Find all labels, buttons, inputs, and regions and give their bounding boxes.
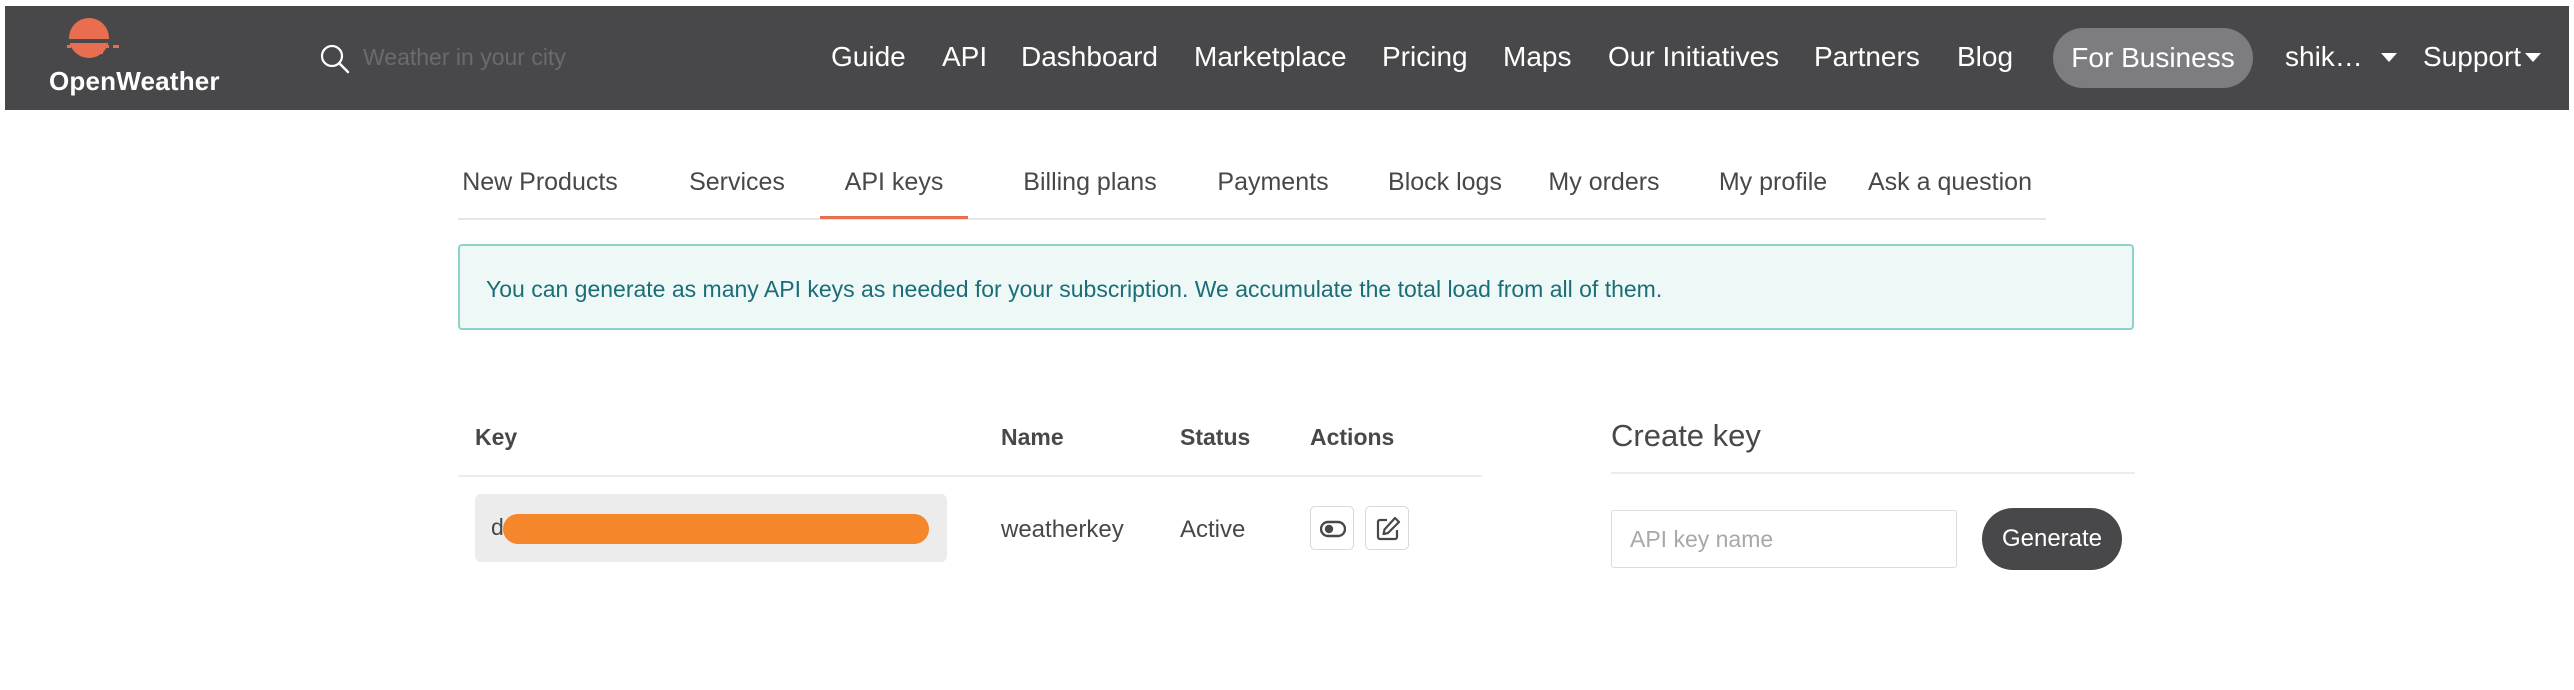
tab-services[interactable]: Services [676, 150, 798, 218]
edit-key-button[interactable] [1365, 506, 1409, 550]
table-header-divider [458, 475, 1482, 477]
tab-new-products[interactable]: New Products [458, 150, 622, 218]
edit-icon [1376, 516, 1401, 541]
tab-billing-plans[interactable]: Billing plans [992, 150, 1188, 218]
account-tabs: New Products Services API keys Billing p… [458, 150, 2046, 220]
column-header-status: Status [1180, 424, 1251, 450]
nav-api[interactable]: API [942, 39, 987, 75]
tab-my-profile[interactable]: My profile [1684, 150, 1862, 218]
info-alert: You can generate as many API keys as nee… [458, 244, 2134, 330]
top-navbar: OpenWeather Guide API Dashboard Marketpl… [5, 6, 2569, 110]
nav-pricing[interactable]: Pricing [1382, 39, 1468, 75]
openweather-sun-logo-icon [63, 18, 123, 58]
api-key-status: Active [1180, 516, 1246, 543]
column-header-actions: Actions [1310, 424, 1395, 450]
user-menu-chevron-down-icon[interactable] [2381, 53, 2397, 62]
logo-text: OpenWeather [49, 66, 220, 96]
search-icon[interactable] [319, 43, 351, 75]
tab-ask-a-question[interactable]: Ask a question [1852, 150, 2048, 218]
api-key-name-input[interactable] [1611, 510, 1957, 568]
tab-block-logs[interactable]: Block logs [1352, 150, 1538, 218]
tab-my-orders[interactable]: My orders [1516, 150, 1692, 218]
nav-marketplace[interactable]: Marketplace [1194, 39, 1347, 75]
nav-partners[interactable]: Partners [1814, 39, 1920, 75]
for-business-button[interactable]: For Business [2053, 28, 2253, 88]
column-header-name: Name [1001, 424, 1064, 450]
nav-guide[interactable]: Guide [831, 39, 906, 75]
nav-blog[interactable]: Blog [1957, 39, 2013, 75]
tab-api-keys[interactable]: API keys [820, 150, 968, 219]
api-key-prefix: d [491, 514, 504, 540]
user-menu[interactable]: shik… [2285, 39, 2363, 75]
openweather-logo[interactable]: OpenWeather [49, 16, 229, 100]
nav-our-initiatives[interactable]: Our Initiatives [1608, 39, 1779, 75]
toggle-icon [1320, 520, 1346, 538]
support-menu[interactable]: Support [2423, 39, 2521, 75]
nav-maps[interactable]: Maps [1503, 39, 1571, 75]
support-chevron-down-icon[interactable] [2525, 53, 2541, 62]
column-header-key: Key [475, 424, 518, 450]
search-input[interactable] [361, 38, 705, 76]
api-key-value[interactable]: d [475, 494, 947, 562]
api-key-name: weatherkey [1001, 516, 1124, 543]
search-box [319, 36, 719, 80]
api-key-redaction [503, 514, 929, 544]
create-key-title: Create key [1611, 418, 1761, 453]
nav-dashboard[interactable]: Dashboard [1021, 39, 1158, 75]
tab-payments[interactable]: Payments [1186, 150, 1360, 218]
create-key-divider [1611, 472, 2135, 474]
toggle-key-button[interactable] [1310, 506, 1354, 550]
generate-button[interactable]: Generate [1982, 508, 2122, 570]
